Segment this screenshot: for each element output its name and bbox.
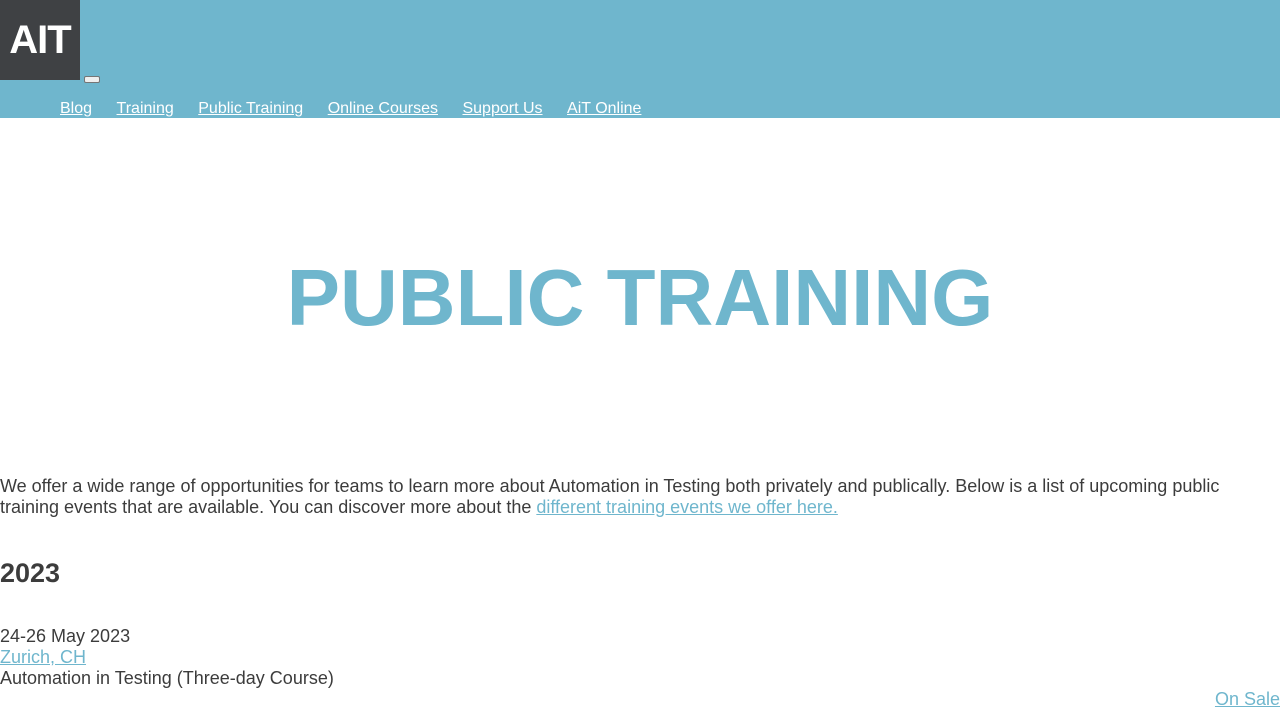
intro-paragraph: We offer a wide range of opportunities f… — [0, 476, 1240, 518]
event-location-link[interactable]: Zurich, CH — [0, 647, 86, 667]
event-status: On Sale — [1215, 689, 1280, 710]
nav-link-support-us[interactable]: Support Us — [462, 99, 542, 118]
main-nav: Blog Training Public Training Online Cou… — [60, 99, 666, 118]
site-header: AIT Blog Training Public Training Online… — [0, 0, 1280, 118]
nav-toggle-button[interactable] — [84, 76, 100, 83]
year-heading: 2023 — [0, 558, 61, 588]
nav-link-blog[interactable]: Blog — [60, 99, 92, 118]
site-logo[interactable]: AIT — [0, 0, 80, 80]
nav-link-ait-online[interactable]: AiT Online — [567, 99, 641, 118]
event-item: 24-26 May 2023 Zurich, CH Automation in … — [0, 626, 1280, 689]
event-date: 24-26 May 2023 — [0, 626, 131, 646]
nav-link-training[interactable]: Training — [117, 99, 174, 118]
on-sale-link[interactable]: On Sale — [1215, 689, 1280, 709]
event-course: Automation in Testing (Three-day Course) — [0, 668, 334, 688]
nav-link-online-courses[interactable]: Online Courses — [328, 99, 438, 118]
logo-text: AIT — [9, 17, 71, 62]
training-events-link[interactable]: different training events we offer here. — [536, 497, 838, 517]
page-title: PUBLIC TRAINING — [286, 253, 994, 342]
nav-link-public-training[interactable]: Public Training — [198, 99, 303, 118]
